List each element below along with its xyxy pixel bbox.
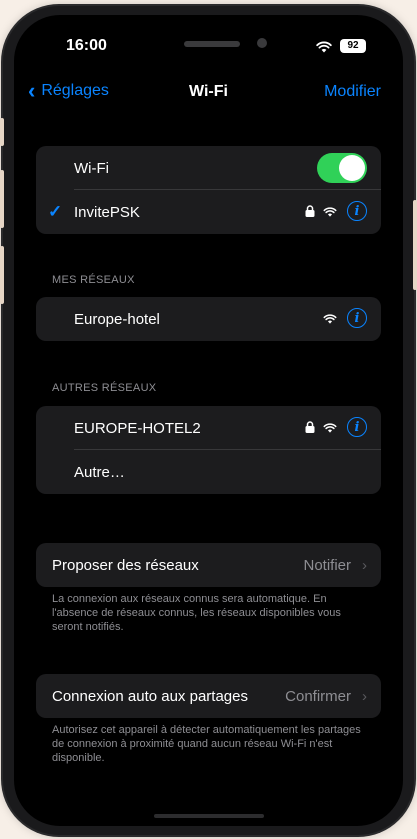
status-time: 16:00 [66,37,107,54]
screen: 16:00 92 ‹ Réglages Wi-Fi Modifier Wi-Fi… [14,15,403,826]
ask-to-join-row[interactable]: Proposer des réseaux Notifier › [36,543,381,587]
other-network-row[interactable]: Autre… [36,450,381,494]
lock-icon [305,421,315,433]
info-icon[interactable]: i [347,308,367,328]
network-row[interactable]: Europe-hotel i [36,297,381,341]
side-button-volume-down [0,246,4,304]
connected-network-row[interactable]: ✓ InvitePSK i [36,190,381,234]
network-status-icons: i [323,308,367,328]
network-status-icons: i [305,201,367,221]
info-icon[interactable]: i [347,417,367,437]
ask-to-join-value: Notifier [303,556,351,574]
wifi-icon [323,422,337,433]
my-networks-header: MES RÉSEAUX [52,274,135,286]
my-networks-group: Europe-hotel i [36,297,381,341]
ask-to-join-group: Proposer des réseaux Notifier › [36,543,381,587]
other-networks-header: AUTRES RÉSEAUX [52,382,157,394]
navigation-bar: ‹ Réglages Wi-Fi Modifier [14,79,403,109]
wifi-toggle-label: Wi-Fi [74,159,109,177]
chevron-right-icon: › [362,556,367,574]
auto-hotspot-footnote: Autorisez cet appareil à détecter automa… [52,724,361,764]
wifi-signal-icon [316,41,332,53]
side-button-power [413,200,417,290]
camera-dot [257,38,267,48]
toggle-knob [339,155,365,181]
wifi-icon [323,206,337,217]
home-indicator[interactable] [154,814,264,818]
network-name: EUROPE-HOTEL2 [74,419,201,437]
ask-to-join-footnote: La connexion aux réseaux connus sera aut… [52,593,341,633]
dynamic-island-pill [184,41,240,47]
checkmark-icon: ✓ [48,202,63,221]
other-network-label: Autre… [74,463,125,481]
other-networks-group: EUROPE-HOTEL2 i Autre… [36,406,381,494]
connected-network-name: InvitePSK [74,203,140,221]
auto-hotspot-label: Connexion auto aux partages [52,687,248,705]
battery-icon: 92 [340,39,366,53]
auto-hotspot-group: Connexion auto aux partages Confirmer › [36,674,381,718]
wifi-toggle[interactable] [317,153,367,183]
lock-icon [305,205,315,217]
wifi-toggle-row: Wi-Fi [36,146,381,190]
wifi-icon [323,313,337,324]
edit-button[interactable]: Modifier [324,83,381,101]
network-name: Europe-hotel [74,310,160,328]
network-status-icons: i [305,417,367,437]
network-row[interactable]: EUROPE-HOTEL2 i [36,406,381,450]
side-button-action [0,118,4,146]
ask-to-join-label: Proposer des réseaux [52,556,199,574]
auto-hotspot-row[interactable]: Connexion auto aux partages Confirmer › [36,674,381,718]
info-icon[interactable]: i [347,201,367,221]
status-bar: 16:00 92 [14,15,403,75]
chevron-right-icon: › [362,687,367,705]
side-button-volume-up [0,170,4,228]
auto-hotspot-value: Confirmer [285,687,351,705]
wifi-group: Wi-Fi ✓ InvitePSK i [36,146,381,234]
